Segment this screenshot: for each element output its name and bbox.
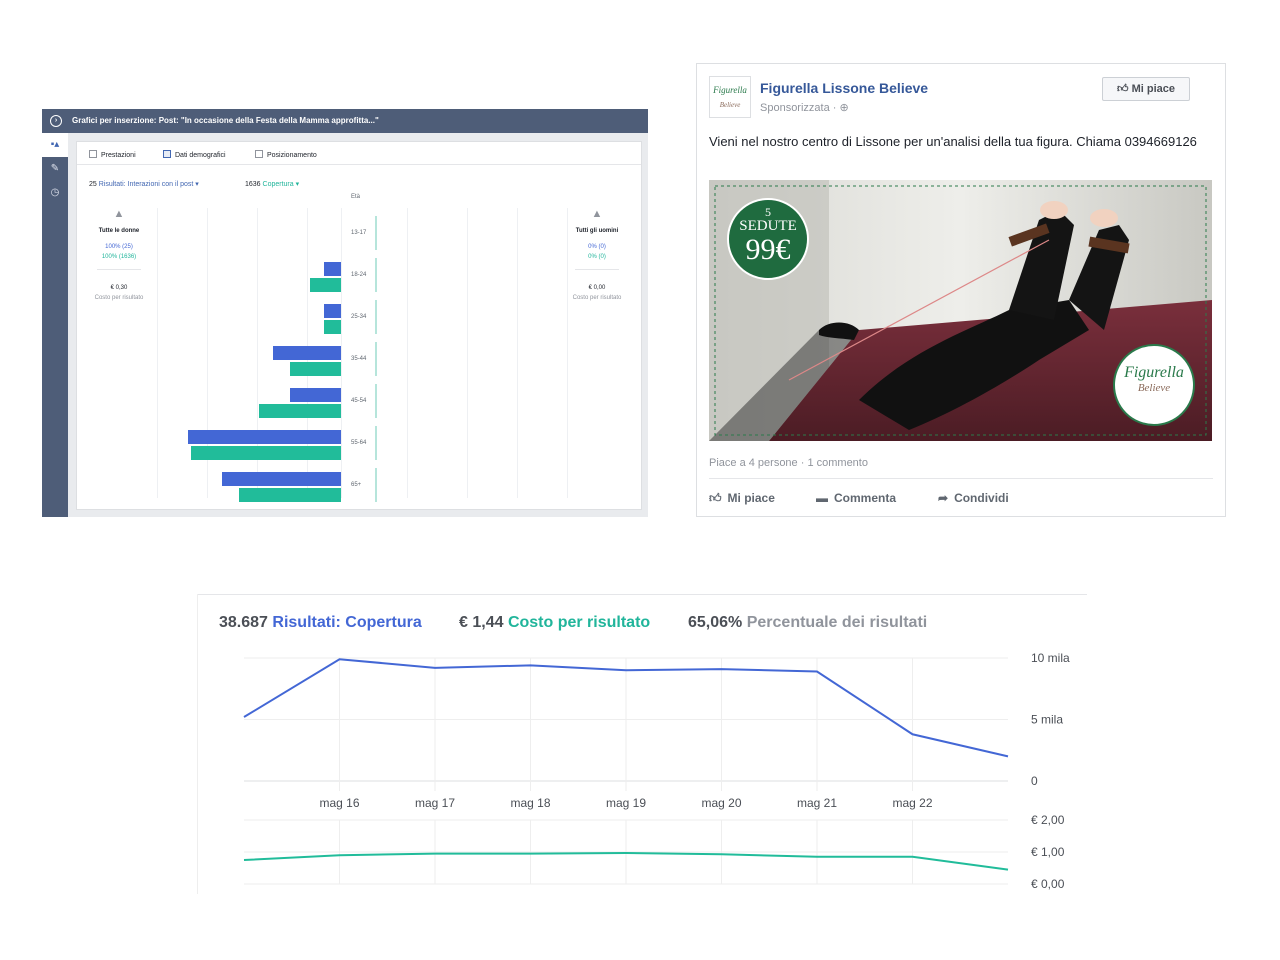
chart-icon[interactable]: ▪▴	[42, 133, 68, 157]
x-tick-label: mag 19	[606, 796, 646, 810]
x-tick-label: mag 20	[701, 796, 741, 810]
like-page-button[interactable]: 👍︎ Mi piace	[1102, 77, 1190, 101]
age-label-13-17: 13-17	[351, 230, 367, 236]
age-label-25-34: 25-34	[351, 314, 367, 320]
thumbs-up-icon: 👍︎	[709, 491, 722, 505]
post-image[interactable]: 5 SEDUTE 99€ Figurella Believe	[709, 180, 1212, 441]
collapse-icon[interactable]: ›	[50, 115, 62, 127]
insights-title: Grafici per inserzione: Post: "In occasi…	[72, 116, 379, 125]
share-button[interactable]: ➦ Condividi	[938, 491, 1009, 505]
bar-results-18-24[interactable]	[324, 262, 341, 276]
age-label-35-44: 35-44	[351, 356, 367, 362]
thumbs-up-icon: 👍︎	[1117, 83, 1129, 95]
page-name[interactable]: Figurella Lissone Believe	[760, 80, 928, 96]
demographics-chart: 13-17 18-24 25-34 35-44 45-54 55-64 65+	[77, 142, 641, 509]
bar-reach-18-24[interactable]	[310, 278, 341, 292]
age-marker	[375, 384, 377, 418]
brand-logo: Figurella Believe	[1113, 344, 1195, 426]
x-tick-label: mag 21	[797, 796, 837, 810]
bar-reach-35-44[interactable]	[290, 362, 341, 376]
insights-card: Prestazioni Dati demografici Posizioname…	[76, 141, 642, 510]
age-label-45-54: 45-54	[351, 398, 367, 404]
age-marker	[375, 258, 377, 292]
globe-icon: ⊕	[839, 102, 849, 114]
divider	[709, 478, 1213, 479]
age-label-18-24: 18-24	[351, 272, 367, 278]
age-marker	[375, 216, 377, 250]
y-tick-label: € 2,00	[1031, 813, 1065, 827]
comment-icon: ▬	[816, 491, 828, 505]
history-icon[interactable]: ◷	[42, 181, 68, 205]
bar-reach-25-34[interactable]	[324, 320, 341, 334]
bar-reach-65+[interactable]	[239, 488, 341, 502]
reactions-summary[interactable]: Piace a 4 persone · 1 commento	[709, 457, 868, 469]
bar-reach-45-54[interactable]	[259, 404, 341, 418]
y-tick-label: 0	[1031, 774, 1038, 788]
x-tick-label: mag 17	[415, 796, 455, 810]
insights-sidebar: ▪▴ ✎ ◷	[42, 133, 68, 517]
y-tick-label: 10 mila	[1031, 651, 1070, 665]
results-chart-panel: 38.687 Risultati: Copertura € 1,44 Costo…	[197, 594, 1087, 894]
share-icon: ➦	[938, 491, 949, 505]
age-label-55-64: 55-64	[351, 440, 367, 446]
bar-reach-55-64[interactable]	[191, 446, 341, 460]
gridline	[407, 208, 408, 498]
price-badge: 5 SEDUTE 99€	[727, 198, 809, 280]
age-marker	[375, 342, 377, 376]
gridline	[157, 208, 158, 498]
gridline	[517, 208, 518, 498]
bar-results-25-34[interactable]	[324, 304, 341, 318]
y-tick-label: 5 mila	[1031, 713, 1063, 727]
like-button[interactable]: 👍︎ Mi piace	[709, 491, 775, 506]
bar-results-55-64[interactable]	[188, 430, 341, 444]
insights-header: › Grafici per inserzione: Post: "In occa…	[42, 109, 648, 133]
gridline	[341, 208, 342, 498]
x-tick-label: mag 22	[892, 796, 932, 810]
post-text: Vieni nel nostro centro di Lissone per u…	[709, 134, 1197, 149]
comment-button[interactable]: ▬ Commenta	[816, 491, 896, 505]
insights-panel: › Grafici per inserzione: Post: "In occa…	[42, 109, 648, 517]
gridline	[467, 208, 468, 498]
y-tick-label: € 1,00	[1031, 845, 1065, 859]
line-charts: 10 mila 5 mila 0 mag 16 mag 17 mag 18 mag 19 ma…	[243, 651, 1070, 891]
y-tick-label: € 0,00	[1031, 877, 1065, 891]
edit-icon[interactable]: ✎	[42, 157, 68, 181]
svg-text:Believe: Believe	[720, 101, 741, 109]
age-marker	[375, 426, 377, 460]
age-marker	[375, 468, 377, 502]
age-marker	[375, 300, 377, 334]
svg-text:Figurella: Figurella	[712, 85, 747, 95]
x-tick-label: mag 16	[319, 796, 359, 810]
page-avatar[interactable]: Figurella Believe	[709, 76, 751, 118]
figurella-logo-icon: Figurella Believe	[712, 85, 747, 109]
x-tick-label: mag 18	[510, 796, 550, 810]
gridline	[567, 208, 568, 498]
bar-results-45-54[interactable]	[290, 388, 341, 402]
age-label-65+: 65+	[351, 482, 362, 488]
sponsored-label: Sponsorizzata · ⊕	[760, 102, 849, 114]
sponsored-post: Figurella Believe Figurella Lissone Beli…	[696, 63, 1226, 517]
bar-results-35-44[interactable]	[273, 346, 341, 360]
bar-results-65+[interactable]	[222, 472, 341, 486]
